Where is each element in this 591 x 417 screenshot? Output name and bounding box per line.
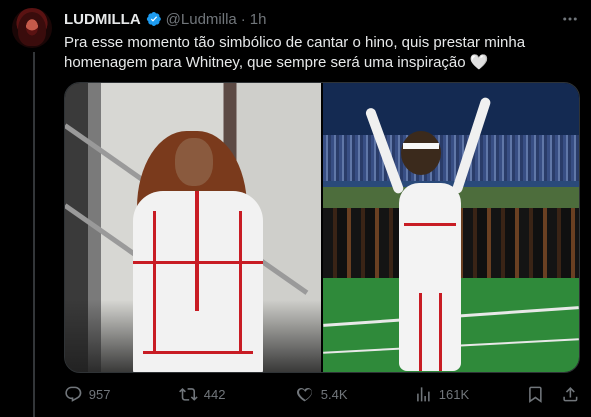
photo-ludmilla[interactable] [65, 83, 321, 372]
verified-badge-icon [146, 12, 161, 26]
author-name[interactable]: LUDMILLA [64, 11, 141, 28]
avatar[interactable] [12, 8, 52, 48]
singer-head [401, 131, 441, 175]
suit-stripe [404, 223, 456, 226]
separator-dot: · [240, 10, 246, 28]
bookmark-icon [529, 386, 542, 403]
stadium-crowd [323, 135, 579, 181]
like-count: 5.4K [320, 386, 348, 402]
avatar-hair [18, 12, 46, 46]
bookmark-button[interactable] [526, 385, 545, 404]
suit-stripe [143, 351, 253, 354]
share-button[interactable] [561, 385, 580, 404]
suit-stripe [153, 211, 156, 351]
tweet-time[interactable]: 1h [250, 11, 267, 28]
white-tracksuit [133, 191, 263, 372]
retweet-button[interactable]: 442 [179, 385, 225, 404]
media-grid [64, 82, 580, 373]
reply-icon [65, 386, 82, 402]
views-button[interactable]: 161K [414, 385, 469, 404]
author-handle[interactable]: @Ludmilla [166, 11, 237, 28]
more-icon [563, 17, 577, 21]
suit-stripe [439, 293, 442, 371]
suit-stripe [419, 293, 422, 371]
reply-count: 957 [88, 386, 111, 402]
singer-body [399, 183, 461, 371]
share-icon [563, 386, 578, 402]
tweet-header: LUDMILLA @Ludmilla · 1h [64, 9, 266, 29]
like-button[interactable]: 5.4K [296, 385, 348, 404]
photo-whitney[interactable] [323, 83, 579, 372]
views-icon [417, 386, 430, 402]
face [175, 138, 213, 186]
retweet-count: 442 [203, 386, 226, 402]
heart-icon [296, 387, 313, 402]
more-button[interactable] [555, 9, 585, 29]
views-count: 161K [438, 386, 470, 402]
retweet-icon [179, 387, 198, 401]
suit-stripe [239, 211, 242, 351]
headband [403, 143, 439, 149]
action-bar: 957 442 5.4K 161K [64, 382, 580, 406]
suit-stripe [195, 191, 199, 311]
thread-line [33, 52, 35, 417]
reply-button[interactable]: 957 [64, 385, 110, 404]
tweet-text: Pra esse momento tão simbólico de cantar… [64, 34, 526, 71]
